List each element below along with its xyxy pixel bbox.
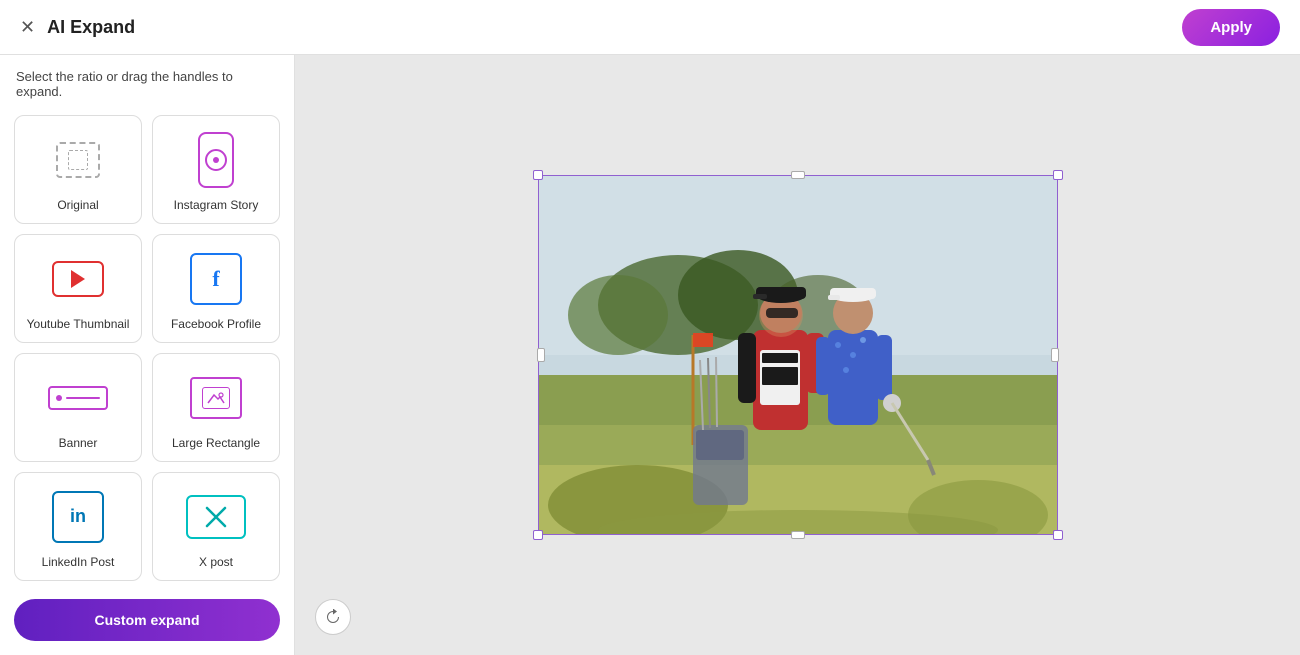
apply-button[interactable]: Apply [1182, 9, 1280, 46]
xpost-icon [186, 495, 246, 539]
x-logo-icon [205, 506, 227, 528]
handle-top-center[interactable] [791, 171, 805, 179]
large-rect-icon-box [186, 368, 246, 428]
ratio-grid: Original Instagram Story Youtube T [0, 107, 294, 589]
handle-top-left[interactable] [533, 170, 543, 180]
banner-icon-box [48, 368, 108, 428]
ratio-card-label-instagram: Instagram Story [174, 198, 259, 212]
header-title: AI Expand [47, 17, 135, 38]
golf-scene-svg [538, 175, 1058, 535]
ratio-card-facebook[interactable]: f Facebook Profile [152, 234, 280, 343]
original-icon-box [48, 130, 108, 190]
instagram-icon-box [186, 130, 246, 190]
ratio-card-youtube[interactable]: Youtube Thumbnail [14, 234, 142, 343]
youtube-play-icon [71, 270, 85, 288]
large-rect-inner [202, 387, 230, 409]
banner-line [66, 397, 100, 399]
instagram-icon [198, 132, 234, 188]
ratio-card-label-youtube: Youtube Thumbnail [27, 317, 130, 331]
main-area: Select the ratio or drag the handles to … [0, 55, 1300, 655]
ratio-card-label-large-rect: Large Rectangle [172, 436, 260, 450]
ratio-card-xpost[interactable]: X post [152, 472, 280, 581]
handle-bottom-right[interactable] [1053, 530, 1063, 540]
ratio-card-label-linkedin: LinkedIn Post [42, 555, 115, 569]
canvas-area [295, 55, 1300, 655]
ratio-card-label-banner: Banner [59, 436, 98, 450]
ratio-card-instagram-story[interactable]: Instagram Story [152, 115, 280, 224]
large-rect-icon [190, 377, 242, 419]
handle-top-right[interactable] [1053, 170, 1063, 180]
reset-button[interactable] [315, 599, 351, 635]
ratio-card-banner[interactable]: Banner [14, 353, 142, 462]
header: ✕ AI Expand Apply [0, 0, 1300, 55]
original-icon [56, 142, 100, 178]
reset-icon [325, 609, 341, 625]
sidebar: Select the ratio or drag the handles to … [0, 55, 295, 655]
banner-dot [56, 395, 62, 401]
facebook-icon: f [190, 253, 242, 305]
linkedin-icon: in [52, 491, 104, 543]
ratio-card-large-rect[interactable]: Large Rectangle [152, 353, 280, 462]
facebook-icon-box: f [186, 249, 246, 309]
close-icon[interactable]: ✕ [20, 18, 35, 36]
linkedin-icon-box: in [48, 487, 108, 547]
mountain-icon [206, 391, 226, 405]
handle-bottom-center[interactable] [791, 531, 805, 539]
ratio-card-label-facebook: Facebook Profile [171, 317, 261, 331]
xpost-icon-box [186, 487, 246, 547]
ratio-card-original[interactable]: Original [14, 115, 142, 224]
handle-bottom-left[interactable] [533, 530, 543, 540]
golf-image [538, 175, 1058, 535]
ratio-card-label-xpost: X post [199, 555, 233, 569]
custom-expand-button[interactable]: Custom expand [14, 599, 280, 641]
sidebar-hint: Select the ratio or drag the handles to … [0, 55, 294, 107]
header-left: ✕ AI Expand [20, 17, 135, 38]
youtube-icon-box [48, 249, 108, 309]
image-container[interactable] [538, 175, 1058, 535]
ratio-card-label-original: Original [57, 198, 98, 212]
youtube-icon [52, 261, 104, 297]
banner-icon [48, 386, 108, 410]
instagram-inner [205, 149, 227, 171]
handle-left-center[interactable] [537, 348, 545, 362]
handle-right-center[interactable] [1051, 348, 1059, 362]
ratio-card-linkedin[interactable]: in LinkedIn Post [14, 472, 142, 581]
